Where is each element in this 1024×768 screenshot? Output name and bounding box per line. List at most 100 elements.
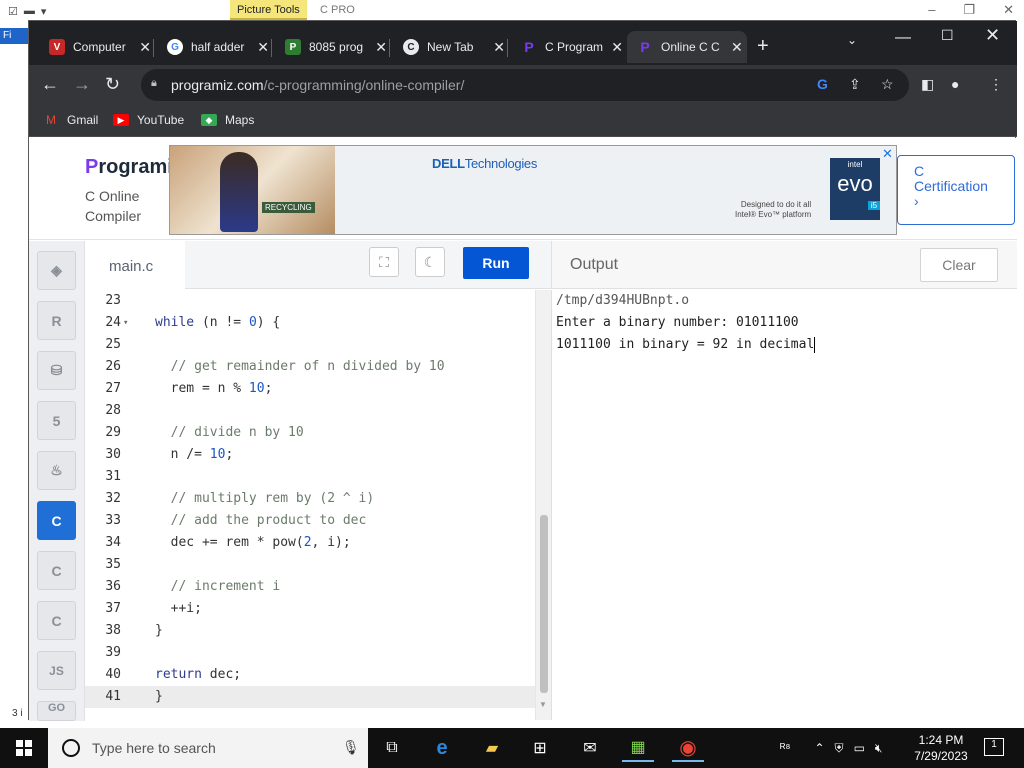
code-line[interactable]: 27 rem = n % 10;: [85, 378, 535, 400]
side-panel-icon[interactable]: ◧: [921, 76, 934, 93]
go-icon[interactable]: GO: [37, 701, 76, 721]
scroll-down-icon[interactable]: ▼: [539, 700, 547, 709]
tab-close-icon[interactable]: ✕: [139, 39, 151, 56]
r-icon[interactable]: R: [37, 301, 76, 340]
minimize-icon[interactable]: –: [928, 2, 935, 18]
code-line[interactable]: 31: [85, 466, 535, 488]
certification-button[interactable]: C Certification ›: [897, 155, 1015, 225]
code-line[interactable]: 34 dec += rem * pow(2, i);: [85, 532, 535, 554]
notification-center-icon[interactable]: 1: [984, 738, 1004, 756]
background-file-tab[interactable]: Fi: [0, 28, 28, 44]
close-icon[interactable]: ✕: [985, 25, 1000, 46]
code-line[interactable]: 23: [85, 290, 535, 312]
reload-icon[interactable]: ↻: [105, 74, 120, 95]
lock-icon[interactable]: 🔒︎: [151, 77, 167, 93]
network-icon[interactable]: ▭: [854, 741, 865, 755]
code-line[interactable]: 41}: [85, 686, 535, 708]
maximize-icon[interactable]: ☐: [941, 27, 954, 44]
code-line[interactable]: 35: [85, 554, 535, 576]
bookmark-maps[interactable]: ◆ Maps: [201, 113, 254, 127]
google-lens-icon[interactable]: G: [817, 76, 828, 92]
tab-close-icon[interactable]: ✕: [493, 39, 505, 56]
browser-tab-active[interactable]: P Online C C ✕: [627, 31, 747, 63]
code-line[interactable]: 26 // get remainder of n divided by 10: [85, 356, 535, 378]
editor-scrollbar[interactable]: ▼: [535, 290, 551, 720]
edge-icon[interactable]: e: [426, 734, 458, 762]
taskbar-search-box[interactable]: Type here to search 🎙︎: [48, 728, 368, 768]
dark-mode-icon[interactable]: ☾: [415, 247, 445, 277]
tab-search-icon[interactable]: ⌄: [847, 33, 857, 47]
code-line[interactable]: 37 ++i;: [85, 598, 535, 620]
cpp-icon[interactable]: C: [37, 551, 76, 590]
sql-icon[interactable]: ⛁: [37, 351, 76, 390]
advertisement-banner[interactable]: RECYCLING DELLTechnologies Designed to d…: [169, 145, 897, 235]
bookmark-youtube[interactable]: ▶ YouTube: [113, 113, 184, 127]
background-window-controls[interactable]: – ❐ ✕: [928, 2, 1014, 18]
csharp-icon[interactable]: C: [37, 601, 76, 640]
tab-close-icon[interactable]: ✕: [611, 39, 623, 56]
windows-start-icon[interactable]: [16, 740, 32, 756]
security-icon[interactable]: ⛨: [835, 741, 844, 756]
share-icon[interactable]: ⇪: [849, 76, 861, 93]
clock[interactable]: 1:24 PM 7/29/2023: [908, 732, 974, 764]
python-icon[interactable]: ◈: [37, 251, 76, 290]
c-icon[interactable]: C: [37, 501, 76, 540]
profile-icon[interactable]: ●: [951, 76, 959, 92]
chrome-icon[interactable]: ◉: [672, 734, 704, 762]
minimize-icon[interactable]: —: [895, 29, 911, 47]
clear-button[interactable]: Clear: [920, 248, 998, 282]
task-view-icon[interactable]: ⧉: [376, 734, 408, 762]
chevron-up-icon[interactable]: ⌃: [814, 741, 824, 755]
browser-tab[interactable]: V Computer ✕: [39, 31, 151, 63]
run-button[interactable]: Run: [463, 247, 529, 279]
fullscreen-icon[interactable]: ⛶: [369, 247, 399, 277]
back-icon[interactable]: ←: [41, 74, 59, 95]
forward-icon[interactable]: →: [73, 74, 91, 95]
tab-close-icon[interactable]: ✕: [375, 39, 387, 56]
java-icon[interactable]: ♨: [37, 451, 76, 490]
code-line[interactable]: 39: [85, 642, 535, 664]
code-line[interactable]: 38}: [85, 620, 535, 642]
new-tab-button[interactable]: +: [757, 35, 769, 58]
html-icon[interactable]: 5: [37, 401, 76, 440]
menu-icon[interactable]: ⋮: [989, 76, 1003, 93]
tab-close-icon[interactable]: ✕: [731, 39, 743, 56]
close-icon[interactable]: ✕: [1003, 2, 1014, 18]
checkbox-icon[interactable]: ☑: [8, 5, 18, 18]
browser-tab[interactable]: P 8085 prog ✕: [275, 31, 387, 63]
code-line[interactable]: 29 // divide n by 10: [85, 422, 535, 444]
code-line[interactable]: 33 // add the product to dec: [85, 510, 535, 532]
bookmark-star-icon[interactable]: ☆: [881, 76, 894, 93]
code-line[interactable]: 36 // increment i: [85, 576, 535, 598]
store-icon[interactable]: ⊞: [524, 734, 556, 762]
browser-tab[interactable]: P C Program ✕: [511, 31, 623, 63]
code-line[interactable]: 25: [85, 334, 535, 356]
code-line[interactable]: 30 n /= 10;: [85, 444, 535, 466]
dropdown-icon[interactable]: ▾: [41, 5, 47, 18]
mail-icon[interactable]: ✉: [574, 734, 606, 762]
browser-tab[interactable]: G half adder ✕: [157, 31, 269, 63]
url-text[interactable]: programiz.com/c-programming/online-compi…: [171, 77, 464, 93]
simulator-app-icon[interactable]: ▦: [622, 734, 654, 762]
picture-tools-tab[interactable]: Picture Tools: [230, 0, 307, 20]
people-icon[interactable]: ᴿ⁸: [780, 741, 790, 755]
fold-chevron-icon[interactable]: ▾: [123, 312, 128, 334]
code-line[interactable]: 24 ▾ while (n != 0) {: [85, 312, 535, 334]
restore-icon[interactable]: ❐: [963, 2, 975, 18]
js-icon[interactable]: JS: [37, 651, 76, 690]
output-console[interactable]: /tmp/d394HUBnpt.o Enter a binary number:…: [551, 290, 1017, 720]
file-tab[interactable]: main.c: [85, 241, 185, 289]
scrollbar-thumb[interactable]: [540, 515, 548, 693]
file-explorer-icon[interactable]: ▰: [476, 734, 508, 762]
tab-close-icon[interactable]: ✕: [257, 39, 269, 56]
code-line[interactable]: 28: [85, 400, 535, 422]
code-line[interactable]: 40 return dec;: [85, 664, 535, 686]
code-line[interactable]: 32 // multiply rem by (2 ^ i): [85, 488, 535, 510]
folder-icon[interactable]: ▬: [24, 5, 35, 17]
quick-access-toolbar[interactable]: ☑ ▬ ▾: [0, 0, 46, 22]
ad-close-icon[interactable]: ✕: [882, 146, 893, 162]
volume-muted-icon[interactable]: 🔇︎: [875, 741, 883, 756]
microphone-icon[interactable]: 🎙︎: [342, 739, 360, 756]
bookmark-gmail[interactable]: M Gmail: [43, 113, 98, 127]
address-bar[interactable]: 🔒︎ programiz.com/c-programming/online-co…: [141, 69, 909, 101]
